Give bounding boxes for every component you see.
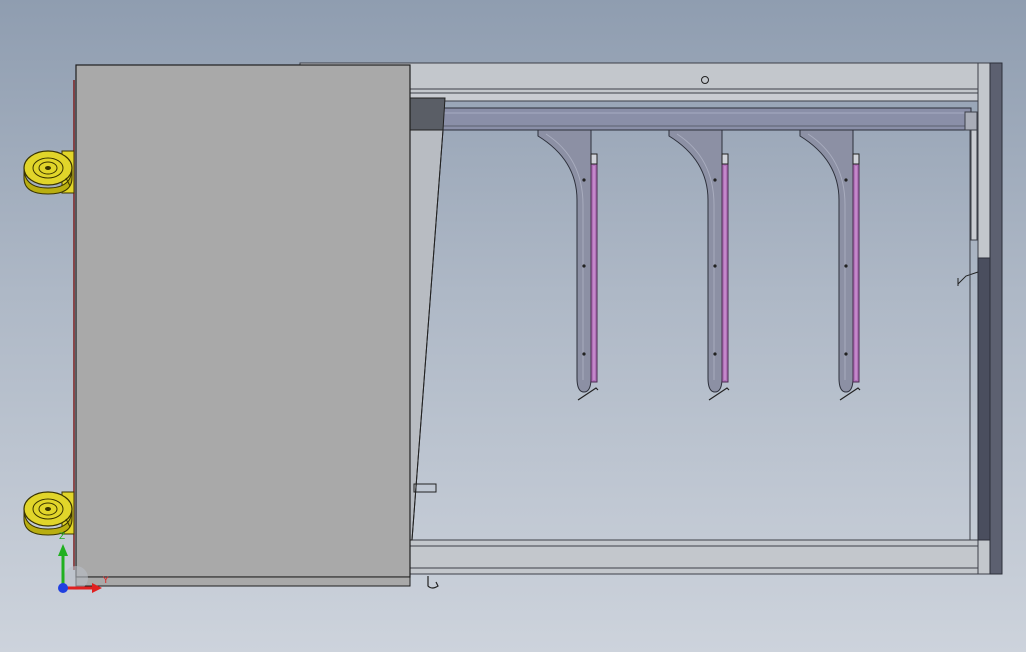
hanger-bracket-3 — [799, 129, 861, 401]
triad-x-label: Y — [103, 576, 109, 586]
caster-wheel-bottom — [23, 491, 75, 536]
cabinet-assembly-drawing — [23, 62, 1003, 593]
right-hook — [957, 271, 979, 285]
hanger-brackets — [537, 129, 861, 401]
caster-wheel-top — [23, 150, 75, 195]
door-bottom-sill — [75, 576, 411, 587]
right-side-panel — [989, 62, 1003, 575]
z-axis-origin — [58, 583, 68, 593]
upper-inner-rail — [409, 92, 981, 102]
door-latch — [413, 483, 437, 493]
triad-y-label: Z — [59, 532, 66, 542]
door-hinge-edge — [409, 97, 446, 131]
bottom-frame-rail — [409, 539, 981, 575]
hanger-bracket-1 — [537, 129, 599, 401]
hanger-bracket-2 — [668, 129, 730, 401]
bottom-hook — [427, 576, 439, 589]
cad-viewport[interactable]: Y Z — [0, 0, 1026, 652]
hanging-bar — [442, 107, 972, 131]
door-assembly — [73, 64, 446, 589]
casters — [23, 150, 75, 536]
door-panel — [75, 64, 411, 578]
